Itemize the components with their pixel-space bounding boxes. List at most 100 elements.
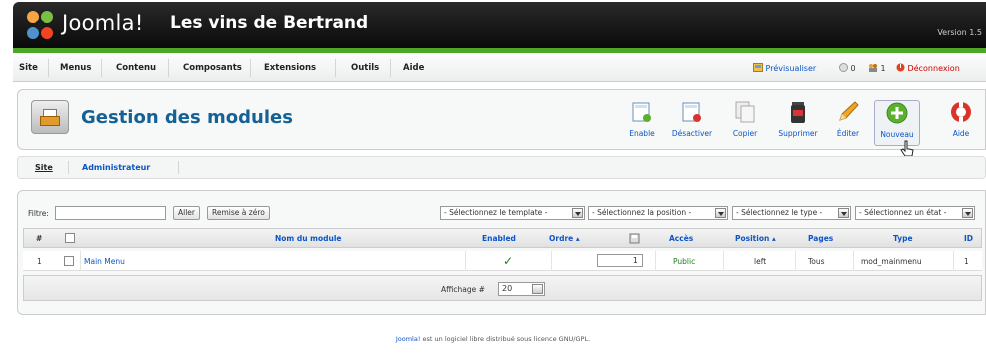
menu-divider xyxy=(335,59,336,77)
submenu-bar: Site Administrateur xyxy=(17,156,986,179)
enable-label: Enable xyxy=(629,129,655,138)
help-label: Aide xyxy=(952,129,970,138)
access-link[interactable]: Public xyxy=(673,257,695,266)
top-header: Joomla! Les vins de Bertrand Version 1.5 xyxy=(13,2,986,48)
col-order[interactable]: Ordre ▴ xyxy=(549,234,580,243)
menu-site[interactable]: Site xyxy=(19,63,38,73)
menu-outils[interactable]: Outils xyxy=(351,63,379,73)
toolbar-panel: Gestion des modules Enable Désactiver Co… xyxy=(17,89,986,150)
table-header: # Nom du module Enabled Ordre ▴ Accès Po… xyxy=(23,228,982,248)
module-box-shape xyxy=(40,116,60,126)
menu-divider xyxy=(168,59,169,77)
select-all-checkbox[interactable] xyxy=(65,233,75,243)
submenu-site[interactable]: Site xyxy=(35,163,53,172)
col-enabled[interactable]: Enabled xyxy=(482,234,516,243)
filter-input[interactable] xyxy=(55,206,166,220)
col-name[interactable]: Nom du module xyxy=(275,234,342,243)
submenu-admin[interactable]: Administrateur xyxy=(82,163,150,172)
pages-value: Tous xyxy=(808,257,825,266)
cell-divider xyxy=(953,251,954,271)
disable-button[interactable]: Désactiver xyxy=(670,100,714,146)
menu-extensions[interactable]: Extensions xyxy=(264,63,316,73)
cell-divider xyxy=(795,251,796,271)
delete-button[interactable]: Supprimer xyxy=(776,100,820,146)
state-select[interactable]: - Sélectionnez un état - xyxy=(855,206,975,220)
pencil-icon xyxy=(839,101,859,121)
module-name-link[interactable]: Main Menu xyxy=(84,257,125,266)
copy-button[interactable]: Copier xyxy=(723,100,767,146)
position-select[interactable]: - Sélectionnez la position - xyxy=(588,206,728,220)
row-checkbox[interactable] xyxy=(64,256,74,266)
dropdown-arrow-icon xyxy=(572,208,583,218)
copy-icon xyxy=(735,101,755,123)
brand-name: Joomla! xyxy=(62,11,144,35)
menu-contenu[interactable]: Contenu xyxy=(116,63,156,73)
joomla-link[interactable]: Joomla! xyxy=(396,335,421,343)
site-title: Les vins de Bertrand xyxy=(170,13,369,33)
disable-label: Désactiver xyxy=(671,129,713,138)
version-label: Version 1.5 xyxy=(937,28,982,37)
row-num: 1 xyxy=(37,257,42,266)
dropdown-arrow-icon xyxy=(838,208,849,218)
disable-icon xyxy=(682,102,701,122)
cell-divider xyxy=(723,251,724,271)
table-row: 1 Main Menu ✓ 1 Public left Tous mod_mai… xyxy=(23,251,982,271)
table-footer: Affichage # 20 xyxy=(23,275,982,301)
add-icon xyxy=(886,102,908,124)
menu-divider xyxy=(48,59,49,77)
col-pages[interactable]: Pages xyxy=(808,234,833,243)
module-manager-icon xyxy=(31,100,69,134)
enabled-check-icon[interactable]: ✓ xyxy=(503,254,513,268)
menu-divider xyxy=(101,59,102,77)
go-button[interactable]: Aller xyxy=(173,206,200,220)
display-count-select[interactable]: 20 xyxy=(498,282,545,296)
edit-label: Éditer xyxy=(836,129,860,138)
enable-button[interactable]: Enable xyxy=(620,100,664,146)
cell-divider xyxy=(551,251,552,271)
save-order-icon[interactable] xyxy=(629,233,640,244)
position-value: left xyxy=(754,257,767,266)
col-num: # xyxy=(36,234,43,243)
messages-icon xyxy=(839,63,848,72)
dropdown-arrow-icon xyxy=(532,284,543,294)
submenu-divider xyxy=(68,161,69,174)
module-list-panel: Filtre: Aller Remise à zéro - Sélectionn… xyxy=(17,190,986,315)
menu-divider xyxy=(250,59,251,77)
menu-composants[interactable]: Composants xyxy=(183,63,242,73)
users-count[interactable]: 1 xyxy=(868,63,886,73)
new-label: Nouveau xyxy=(880,130,914,139)
copy-label: Copier xyxy=(732,129,758,138)
submenu-divider xyxy=(178,161,179,174)
preview-link[interactable]: Prévisualiser xyxy=(753,63,816,73)
enable-icon xyxy=(632,102,651,122)
joomla-logo-icon xyxy=(27,11,53,39)
order-input[interactable]: 1 xyxy=(597,254,643,267)
logout-link[interactable]: Déconnexion xyxy=(896,63,960,73)
users-icon xyxy=(869,64,877,72)
cell-divider xyxy=(655,251,656,271)
type-select[interactable]: - Sélectionnez le type - xyxy=(732,206,851,220)
col-type[interactable]: Type xyxy=(893,234,913,243)
edit-button[interactable]: Éditer xyxy=(826,100,870,146)
reset-button[interactable]: Remise à zéro xyxy=(207,206,270,220)
col-position[interactable]: Position ▴ xyxy=(735,234,776,243)
page-title: Gestion des modules xyxy=(81,107,293,128)
menu-divider xyxy=(390,59,391,77)
menu-aide[interactable]: Aide xyxy=(403,63,424,73)
filter-label: Filtre: xyxy=(28,209,49,218)
delete-label: Supprimer xyxy=(778,129,818,138)
dropdown-arrow-icon xyxy=(962,208,973,218)
cell-divider xyxy=(853,251,854,271)
lifebuoy-icon xyxy=(951,101,971,123)
help-button[interactable]: Aide xyxy=(939,100,983,146)
license-text: est un logiciel libre distribué sous lic… xyxy=(422,335,591,343)
page-footer: Joomla! est un logiciel libre distribué … xyxy=(0,335,986,343)
id-value: 1 xyxy=(964,257,969,266)
col-id[interactable]: ID xyxy=(964,234,973,243)
cell-divider xyxy=(465,251,466,271)
main-menubar: Site Menus Contenu Composants Extensions… xyxy=(13,53,986,82)
messages-count[interactable]: 0 xyxy=(839,63,856,73)
col-access[interactable]: Accès xyxy=(669,234,693,243)
template-select[interactable]: - Sélectionnez le template - xyxy=(440,206,585,220)
menu-menus[interactable]: Menus xyxy=(60,63,91,73)
